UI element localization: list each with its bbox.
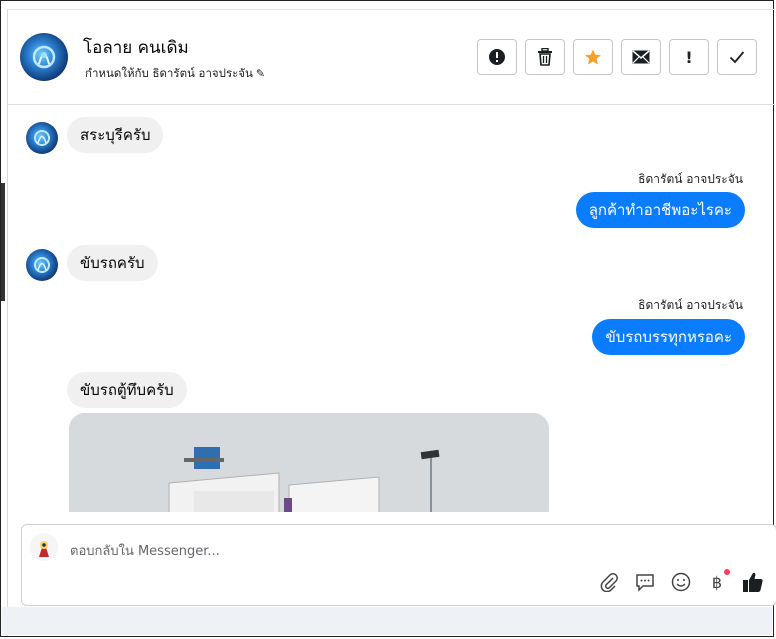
delete-button[interactable] [525,39,565,75]
image-attachment[interactable] [69,413,549,512]
scroll-edge-marker [1,183,5,301]
exclamation-icon: ! [685,47,693,67]
message-bubble-incoming[interactable]: ขับรถตู้ทึบครับ [67,372,187,408]
speech-bubble-icon[interactable] [634,571,656,593]
window-frame: โอลาย คนเดิม กำหนดให้กับ ธิดารัตน์ อาจปร… [0,0,776,637]
thumbs-up-icon[interactable] [742,571,764,593]
message-bubble-outgoing[interactable]: ลูกค้าทำอาชีพอะไรคะ [575,192,745,228]
contact-avatar-small [26,122,58,154]
mark-done-button[interactable] [717,39,757,75]
reply-input[interactable]: ตอบกลับใน Messenger... [70,540,220,561]
trash-icon [538,48,552,66]
assigned-label: กำหนดให้กับ ธิดารัตน์ อาจประจัน [85,66,253,80]
conversation-header: โอลาย คนเดิม กำหนดให้กับ ธิดารัตน์ อาจปร… [7,9,775,105]
check-icon [729,51,745,64]
smiley-icon[interactable] [670,571,692,593]
status-strip [2,607,772,635]
envelope-icon [632,50,650,64]
reply-composer[interactable]: ตอบกลับใน Messenger... ฿ [21,524,776,606]
exclamation-button[interactable]: ! [669,39,709,75]
envelope-button[interactable] [621,39,661,75]
contact-name[interactable]: โอลาย คนเดิม [83,34,189,61]
star-button[interactable] [573,39,613,75]
message-bubble-incoming[interactable]: สระบุรีครับ [67,117,164,153]
alert-circle-icon [489,49,505,65]
assigned-to[interactable]: กำหนดให้กับ ธิดารัตน์ อาจประจัน ✎ [85,65,265,83]
composer-toolbar: ฿ [598,569,764,593]
pencil-icon[interactable]: ✎ [256,67,265,80]
contact-avatar-small [26,249,58,281]
message-bubble-incoming[interactable]: ขับรถครับ [67,245,158,281]
baht-icon[interactable]: ฿ [706,569,730,593]
star-icon [585,49,601,65]
paperclip-icon[interactable] [598,571,620,593]
contact-avatar[interactable] [20,33,68,81]
message-sender: ธิดารัตน์ อาจประจัน [638,172,743,186]
notification-dot [724,569,730,575]
header-actions: ! [477,39,757,75]
message-bubble-outgoing[interactable]: ขับรถบรรทุกหรอคะ [592,319,745,355]
message-sender: ธิดารัตน์ อาจประจัน [638,298,743,312]
agent-avatar [30,533,58,561]
message-list[interactable]: สระบุรีครับ ธิดารัตน์ อาจประจัน ลูกค้าทำ… [7,104,775,512]
alert-circle-button[interactable] [477,39,517,75]
